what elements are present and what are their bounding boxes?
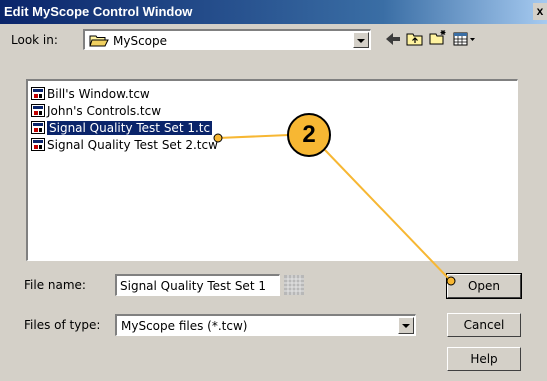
file-type-value: MyScope files (*.tcw)	[121, 319, 248, 333]
file-list[interactable]: Bill's Window.tcw John's Controls.tcw Si…	[26, 79, 518, 261]
cancel-button[interactable]: Cancel	[447, 313, 521, 337]
tcw-file-icon	[31, 104, 45, 117]
file-item-selected[interactable]: Signal Quality Test Set 1.tc	[31, 120, 214, 137]
new-folder-icon[interactable]	[429, 29, 447, 45]
help-button[interactable]: Help	[447, 347, 521, 371]
file-name: John's Controls.tcw	[47, 104, 162, 118]
file-type-dropdown[interactable]: MyScope files (*.tcw)	[115, 314, 416, 336]
file-name-input[interactable]: Signal Quality Test Set 1	[115, 274, 280, 296]
dialog-window: Edit MyScope Control Window x Look in: M…	[0, 0, 547, 381]
file-item[interactable]: Bill's Window.tcw	[31, 86, 152, 103]
chevron-down-icon[interactable]	[353, 32, 369, 48]
grid-icon	[284, 275, 304, 295]
file-name-value: Signal Quality Test Set 1	[120, 279, 266, 293]
look-in-label: Look in:	[11, 33, 58, 47]
back-arrow-icon[interactable]	[384, 31, 402, 47]
file-name: Signal Quality Test Set 1.tc	[47, 121, 213, 135]
file-item[interactable]: John's Controls.tcw	[31, 103, 163, 120]
tcw-file-icon	[31, 121, 45, 134]
look-in-value: MyScope	[113, 34, 168, 48]
file-type-label: Files of type:	[24, 318, 101, 332]
file-name: Signal Quality Test Set 2.tcw	[47, 138, 218, 152]
window-title: Edit MyScope Control Window	[4, 4, 193, 19]
title-bar: Edit MyScope Control Window x	[0, 0, 547, 24]
chevron-down-icon[interactable]	[398, 317, 414, 334]
file-name: Bill's Window.tcw	[47, 87, 150, 101]
up-folder-icon[interactable]	[406, 31, 424, 47]
tcw-file-icon	[31, 138, 45, 151]
open-button[interactable]: Open	[446, 273, 522, 299]
close-icon[interactable]: x	[533, 3, 547, 20]
look-in-dropdown[interactable]: MyScope	[83, 29, 371, 50]
tcw-file-icon	[31, 87, 45, 100]
file-name-label: File name:	[24, 278, 86, 292]
step-callout-badge: 2	[287, 113, 331, 157]
file-item[interactable]: Signal Quality Test Set 2.tcw	[31, 137, 220, 154]
folder-icon	[89, 35, 109, 47]
view-menu-icon[interactable]	[453, 31, 477, 47]
